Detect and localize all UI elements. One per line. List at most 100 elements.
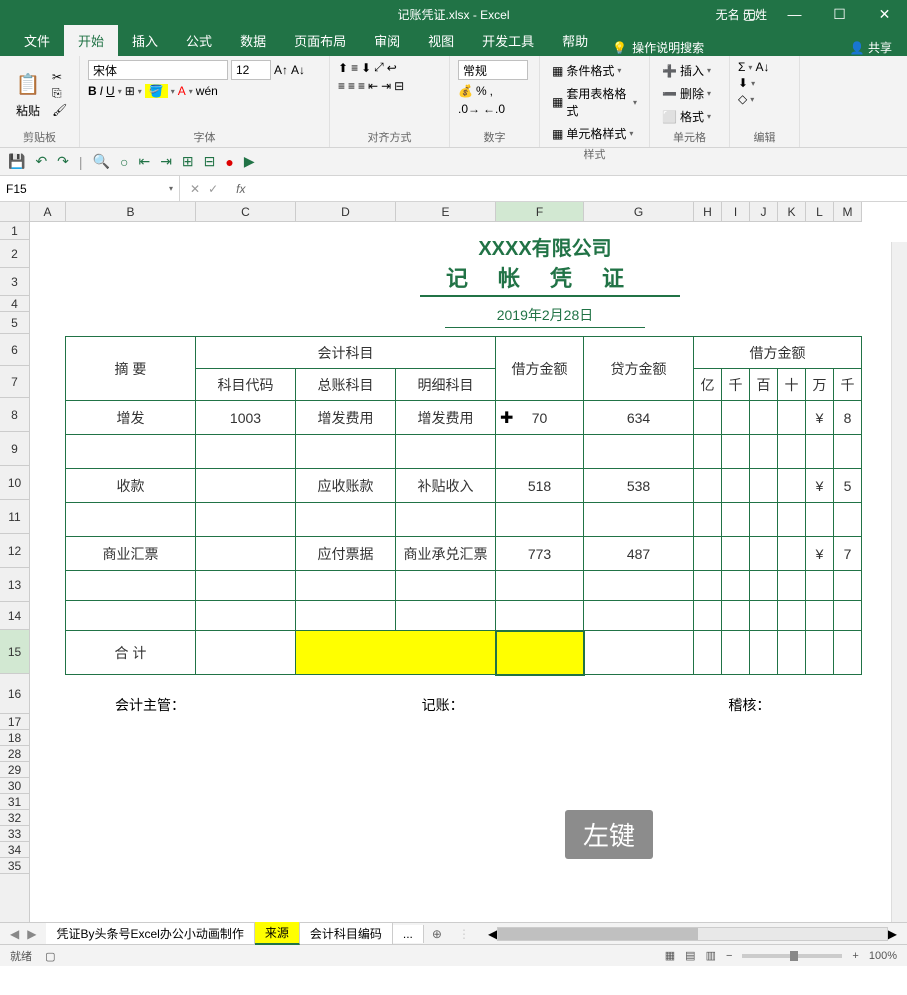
cell-digit-2[interactable] bbox=[750, 571, 778, 601]
cell-styles-button[interactable]: ▦单元格样式▾ bbox=[548, 123, 641, 144]
row-header-2[interactable]: 2 bbox=[0, 240, 29, 268]
align-left-icon[interactable]: ≡ bbox=[338, 79, 345, 93]
cell-code[interactable] bbox=[196, 469, 296, 503]
qa-btn-1[interactable]: 🔍 bbox=[93, 153, 110, 170]
select-all-corner[interactable] bbox=[0, 202, 30, 222]
row-header-8[interactable]: 8 bbox=[0, 398, 29, 432]
row-header-11[interactable]: 11 bbox=[0, 500, 29, 534]
cell-digit-5[interactable] bbox=[834, 601, 862, 631]
decrease-font-icon[interactable]: A↓ bbox=[291, 63, 305, 77]
cell-general[interactable] bbox=[296, 503, 396, 537]
font-color-button[interactable]: A bbox=[178, 84, 186, 98]
cell-debit[interactable] bbox=[496, 601, 584, 631]
col-header-E[interactable]: E bbox=[396, 202, 496, 221]
currency-icon[interactable]: 💰 bbox=[458, 84, 473, 98]
tab-help[interactable]: 帮助 bbox=[548, 25, 602, 56]
col-header-G[interactable]: G bbox=[584, 202, 694, 221]
cell-credit[interactable] bbox=[584, 571, 694, 601]
cell-summary[interactable]: 增发 bbox=[66, 401, 196, 435]
col-header-D[interactable]: D bbox=[296, 202, 396, 221]
cell-digit-2[interactable] bbox=[750, 435, 778, 469]
zoom-in-icon[interactable]: + bbox=[852, 950, 858, 962]
cell-digit-3[interactable] bbox=[778, 503, 806, 537]
horizontal-scrollbar[interactable]: ◀ ▶ bbox=[478, 927, 907, 941]
tab-data[interactable]: 数据 bbox=[226, 25, 280, 56]
ribbon-options-icon[interactable]: ▢ bbox=[727, 0, 772, 28]
sheet-tab-more[interactable]: ... bbox=[393, 925, 424, 943]
clear-icon[interactable]: ◇ bbox=[738, 92, 747, 106]
cell-general[interactable] bbox=[296, 435, 396, 469]
voucher-table[interactable]: 摘 要 会计科目 借方金额 贷方金额 借方金额 科目代码 总账科目 明细科目 亿… bbox=[65, 336, 862, 675]
cell-detail[interactable]: 增发费用 bbox=[396, 401, 496, 435]
row-header-29[interactable]: 29 bbox=[0, 762, 29, 778]
tab-formulas[interactable]: 公式 bbox=[172, 25, 226, 56]
cell-detail[interactable] bbox=[396, 503, 496, 537]
zoom-level[interactable]: 100% bbox=[869, 950, 897, 962]
cell-digit-3[interactable] bbox=[778, 435, 806, 469]
insert-cells-button[interactable]: ➕插入▾ bbox=[658, 60, 721, 81]
row-header-28[interactable]: 28 bbox=[0, 746, 29, 762]
cell-detail[interactable] bbox=[396, 601, 496, 631]
cell-digit-4[interactable]: ¥ bbox=[806, 401, 834, 435]
cell-summary[interactable] bbox=[66, 601, 196, 631]
cell-digit-4[interactable] bbox=[806, 435, 834, 469]
qa-btn-7[interactable]: ● bbox=[225, 154, 233, 170]
tab-insert[interactable]: 插入 bbox=[118, 25, 172, 56]
sheet-next-icon[interactable]: ▶ bbox=[27, 927, 36, 941]
row-header-14[interactable]: 14 bbox=[0, 602, 29, 630]
cell-digit-2[interactable] bbox=[750, 503, 778, 537]
increase-font-icon[interactable]: A↑ bbox=[274, 63, 288, 77]
border-button[interactable]: ⊞ bbox=[125, 84, 135, 98]
cell-credit[interactable] bbox=[584, 435, 694, 469]
tab-review[interactable]: 审阅 bbox=[360, 25, 414, 56]
row-header-31[interactable]: 31 bbox=[0, 794, 29, 810]
cell-credit[interactable] bbox=[584, 503, 694, 537]
spreadsheet-grid[interactable]: 1234567891011121314151617182829303132333… bbox=[0, 222, 907, 922]
cells-area[interactable]: XXXX有限公司 记帐凭证 2019年2月28日 摘 要 会计科目 借方金额 贷… bbox=[30, 222, 907, 922]
cell-credit[interactable] bbox=[584, 601, 694, 631]
cell-digit-1[interactable] bbox=[722, 469, 750, 503]
cell-digit-0[interactable] bbox=[694, 435, 722, 469]
conditional-format-button[interactable]: ▦条件格式▾ bbox=[548, 60, 641, 81]
name-box-input[interactable] bbox=[6, 182, 169, 196]
cell-summary[interactable] bbox=[66, 503, 196, 537]
cell-digit-5[interactable] bbox=[834, 503, 862, 537]
format-painter-icon[interactable]: 🖌 bbox=[52, 103, 67, 117]
cell-digit-5[interactable] bbox=[834, 435, 862, 469]
scroll-right-icon[interactable]: ▶ bbox=[888, 927, 897, 941]
cell-code[interactable] bbox=[196, 435, 296, 469]
row-header-32[interactable]: 32 bbox=[0, 810, 29, 826]
cell-digit-0[interactable] bbox=[694, 469, 722, 503]
qa-btn-3[interactable]: ⇤ bbox=[138, 153, 150, 170]
merge-icon[interactable]: ⊟ bbox=[394, 79, 404, 93]
fill-color-button[interactable]: 🪣 bbox=[145, 84, 168, 98]
cell-digit-1[interactable] bbox=[722, 571, 750, 601]
cell-digit-4[interactable]: ¥ bbox=[806, 469, 834, 503]
row-header-1[interactable]: 1 bbox=[0, 222, 29, 240]
row-header-33[interactable]: 33 bbox=[0, 826, 29, 842]
total-debit-selected[interactable] bbox=[496, 631, 584, 675]
cancel-formula-icon[interactable]: ✕ bbox=[190, 182, 200, 196]
cell-digit-1[interactable] bbox=[722, 401, 750, 435]
t-shi[interactable] bbox=[778, 631, 806, 675]
fx-icon[interactable]: fx bbox=[228, 182, 253, 196]
row-header-34[interactable]: 34 bbox=[0, 842, 29, 858]
cell-digit-0[interactable] bbox=[694, 601, 722, 631]
align-center-icon[interactable]: ≡ bbox=[348, 79, 355, 93]
cell-digit-0[interactable] bbox=[694, 503, 722, 537]
cell-detail[interactable]: 补贴收入 bbox=[396, 469, 496, 503]
row-header-16[interactable]: 16 bbox=[0, 674, 29, 714]
row-header-5[interactable]: 5 bbox=[0, 312, 29, 334]
view-layout-icon[interactable]: ▤ bbox=[685, 949, 695, 962]
cell-digit-3[interactable] bbox=[778, 601, 806, 631]
scroll-left-icon[interactable]: ◀ bbox=[488, 927, 497, 941]
cell-debit[interactable]: 518 bbox=[496, 469, 584, 503]
decrease-decimal-icon[interactable]: ←.0 bbox=[483, 102, 505, 116]
cut-icon[interactable]: ✂ bbox=[52, 70, 67, 84]
row-header-6[interactable]: 6 bbox=[0, 334, 29, 366]
cell-digit-5[interactable] bbox=[834, 571, 862, 601]
total-code[interactable] bbox=[196, 631, 296, 675]
qa-btn-6[interactable]: ⊟ bbox=[204, 153, 216, 170]
sheet-tab-1[interactable]: 凭证By头条号Excel办公小动画制作 bbox=[46, 923, 254, 944]
cell-general[interactable]: 应付票据 bbox=[296, 537, 396, 571]
